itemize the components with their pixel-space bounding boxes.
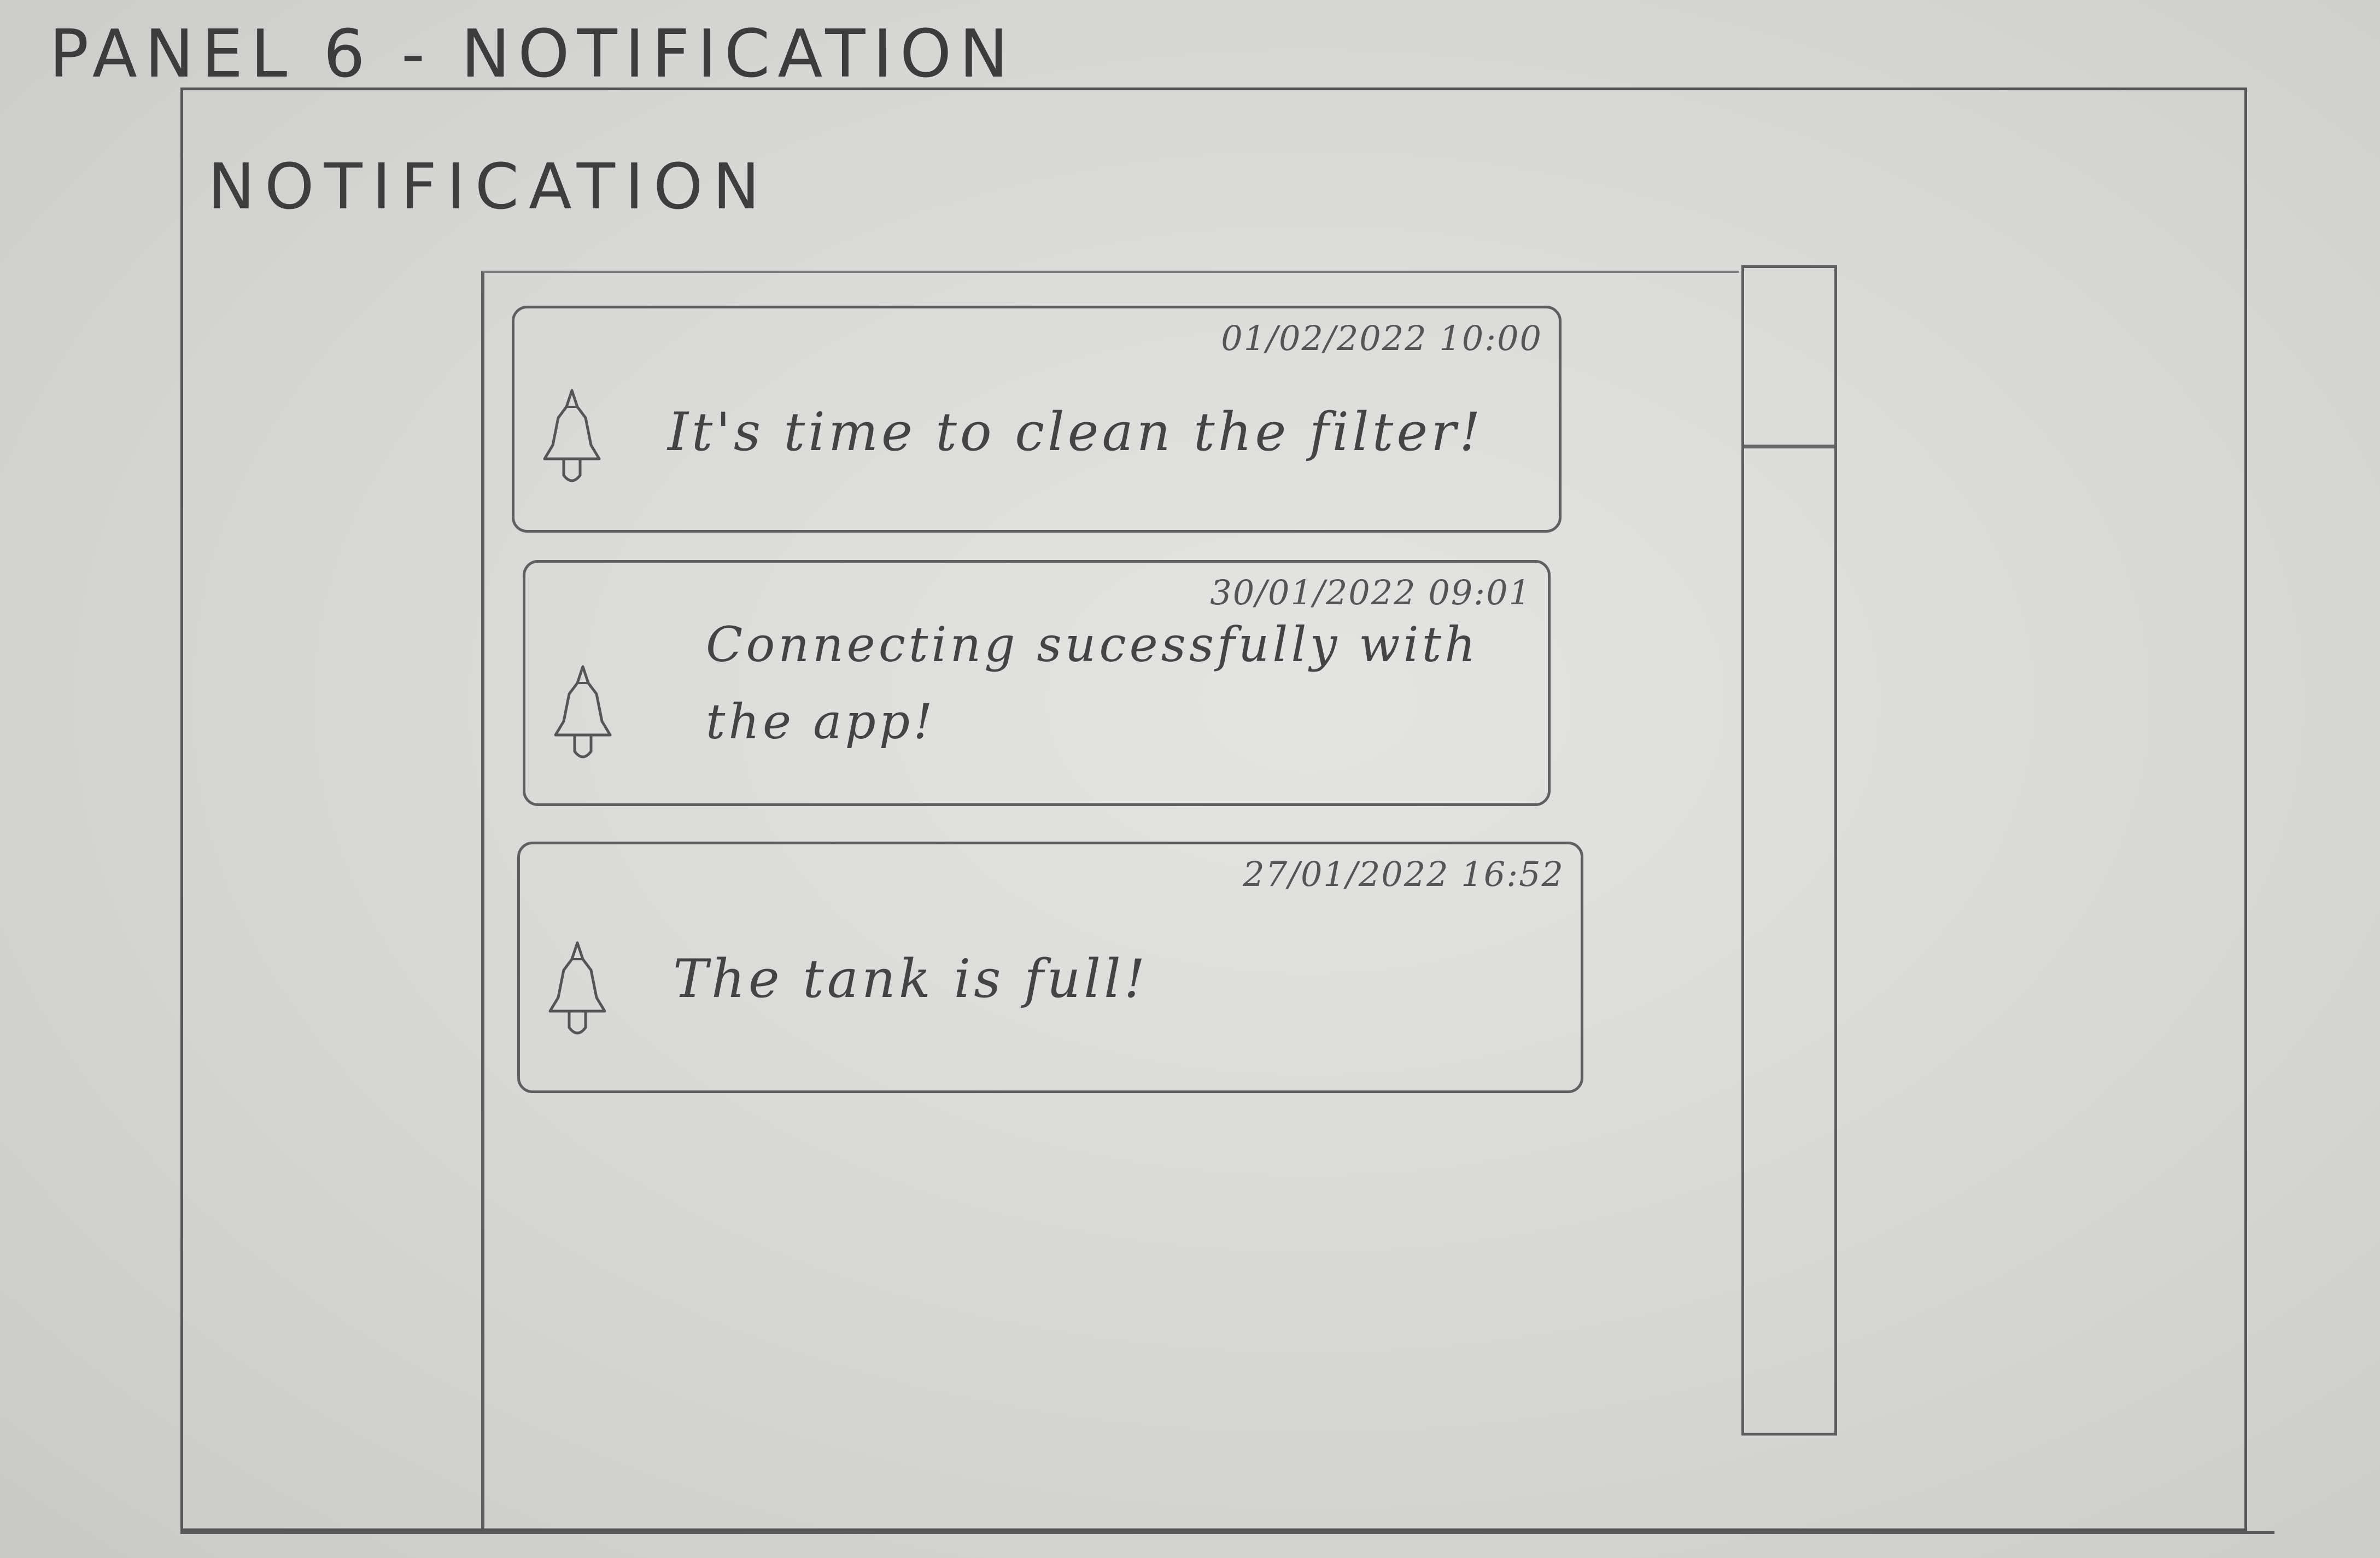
bell-icon bbox=[548, 941, 606, 1035]
notification-card[interactable]: 30/01/2022 09:01 Connecting sucessfully … bbox=[523, 560, 1551, 806]
notification-panel: NOTIFICATION 01/02/2022 10:00 It's time … bbox=[180, 87, 2247, 1531]
notification-card[interactable]: 27/01/2022 16:52 The tank is full! bbox=[517, 842, 1583, 1093]
scrollbar-thumb[interactable] bbox=[1744, 268, 1834, 448]
bell-icon bbox=[543, 389, 601, 482]
notification-list: 01/02/2022 10:00 It's time to clean the … bbox=[481, 271, 1739, 1528]
notification-timestamp: 27/01/2022 16:52 bbox=[1243, 854, 1564, 894]
notification-message: The tank is full! bbox=[673, 948, 1149, 1010]
panel-heading: NOTIFICATION bbox=[208, 150, 770, 224]
bell-icon bbox=[554, 665, 612, 758]
notification-message: It's time to clean the filter! bbox=[668, 401, 1484, 463]
notification-message: Connecting sucessfully with the app! bbox=[706, 616, 1479, 750]
sketch-title: PANEL 6 - NOTIFICATION bbox=[49, 16, 1016, 92]
notification-card[interactable]: 01/02/2022 10:00 It's time to clean the … bbox=[512, 306, 1562, 533]
page-edge-line bbox=[180, 1531, 2274, 1534]
notification-scrollbar[interactable] bbox=[1741, 265, 1837, 1436]
notification-timestamp: 01/02/2022 10:00 bbox=[1221, 318, 1542, 358]
